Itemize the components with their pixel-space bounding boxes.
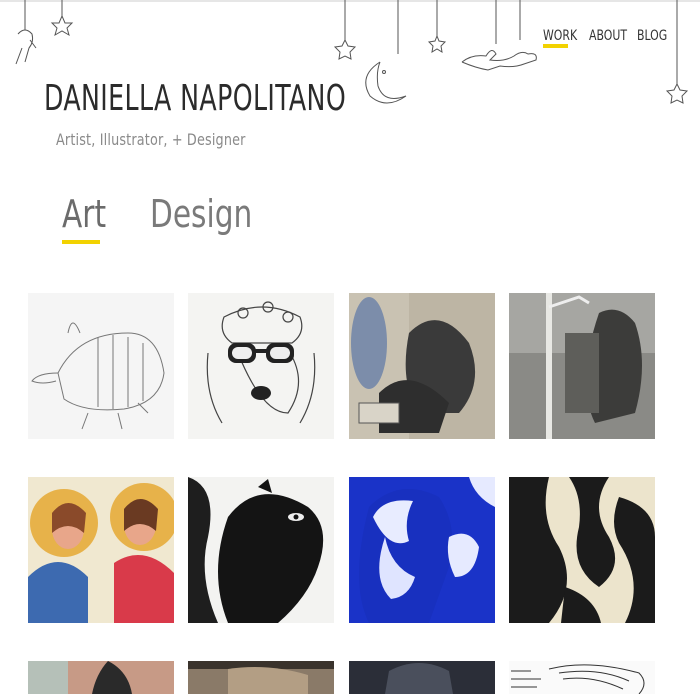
site-subtitle: Artist, Illustrator, + Designer <box>56 130 246 149</box>
gallery-item-partial-4[interactable] <box>509 661 655 694</box>
gallery-item-squirrel[interactable] <box>188 477 334 623</box>
nav-about-link[interactable]: ABOUT <box>589 28 627 44</box>
gallery-item-crows[interactable] <box>349 293 495 439</box>
tab-active-indicator <box>62 240 100 244</box>
tab-design[interactable]: Design <box>150 192 252 236</box>
category-tabs: Art Design <box>62 192 252 236</box>
gallery-item-two-girls[interactable] <box>28 477 174 623</box>
gallery-item-woodcut[interactable] <box>509 477 655 623</box>
gallery-item-partial-3[interactable] <box>349 661 495 694</box>
gallery-item-bear-streetlight[interactable] <box>509 293 655 439</box>
site-title[interactable]: Daniella Napolitano <box>44 78 346 119</box>
gallery-item-partial-1[interactable] <box>28 661 174 694</box>
gallery-item-armadillo[interactable] <box>28 293 174 439</box>
tab-art[interactable]: Art <box>62 192 106 236</box>
gallery-item-blue-linocut[interactable] <box>349 477 495 623</box>
gallery-item-deer-glasses[interactable] <box>188 293 334 439</box>
nav-blog-link[interactable]: BLOG <box>637 28 667 44</box>
main-nav: WORK ABOUT BLOG <box>543 28 667 44</box>
gallery-item-partial-2[interactable] <box>188 661 334 694</box>
nav-work-link[interactable]: WORK <box>543 28 577 44</box>
nav-active-indicator <box>543 44 568 48</box>
